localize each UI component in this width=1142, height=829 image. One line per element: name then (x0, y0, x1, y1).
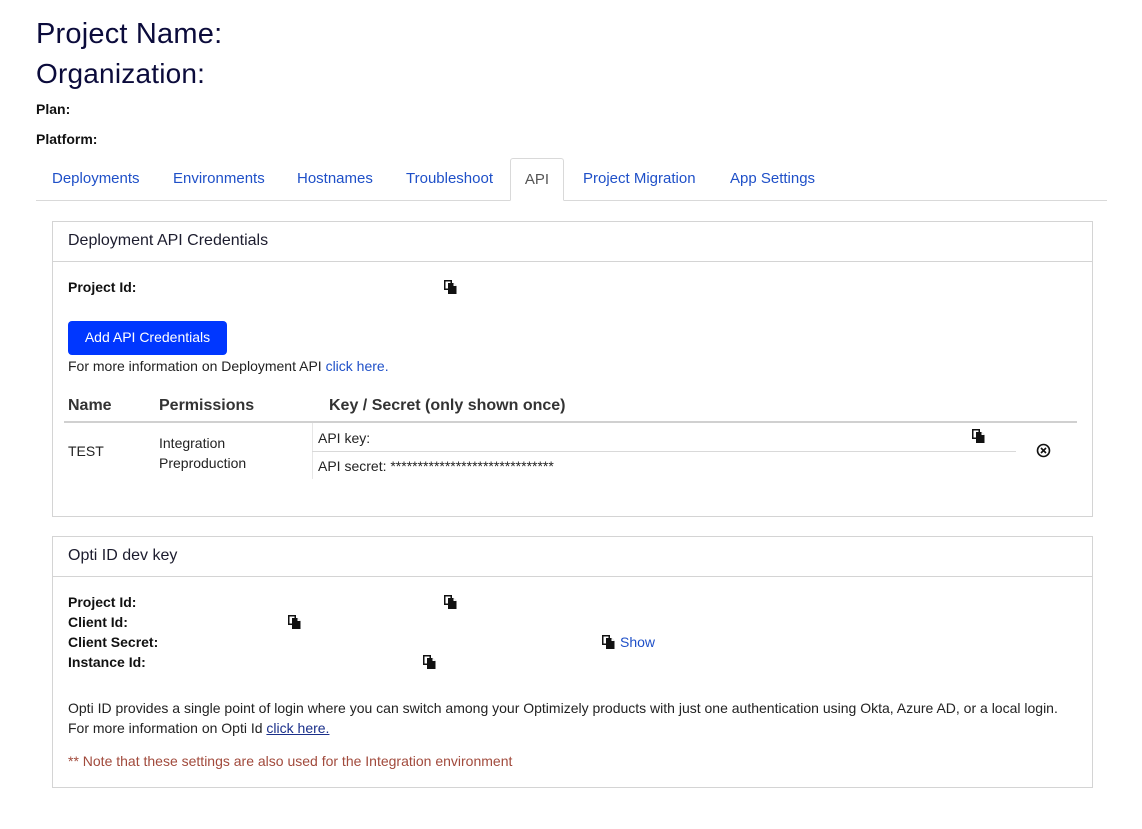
copy-project-id-icon[interactable] (444, 280, 457, 294)
tab-environments[interactable]: Environments (173, 158, 265, 200)
tab-bar: Deployments Environments Hostnames Troub… (36, 158, 1107, 201)
tab-api[interactable]: API (510, 158, 564, 201)
opti-id-panel: Opti ID dev key Project Id: Client Id: C… (52, 536, 1093, 788)
api-secret-row: API secret: ****************************… (318, 458, 554, 474)
plan-label: Plan: (36, 101, 71, 117)
instance-id-label: Instance Id: (68, 654, 146, 670)
opti-id-description: Opti ID provides a single point of login… (68, 698, 1068, 738)
copy-instance-id-icon[interactable] (423, 655, 436, 669)
client-secret-label: Client Secret: (68, 634, 159, 650)
show-secret-link[interactable]: Show (620, 634, 655, 650)
tab-deployments[interactable]: Deployments (52, 158, 140, 200)
copy-client-id-icon[interactable] (288, 615, 301, 629)
permission-item: Preproduction (159, 455, 247, 471)
tab-hostnames[interactable]: Hostnames (297, 158, 373, 200)
tab-project-migration[interactable]: Project Migration (583, 158, 696, 200)
column-header-permissions: Permissions (159, 397, 255, 414)
integration-note: ** Note that these settings are also use… (68, 753, 513, 769)
api-secret-label: API secret: (318, 458, 391, 474)
column-header-name: Name (68, 397, 112, 414)
opti-project-id-label: Project Id: (68, 594, 137, 610)
credential-name: TEST (68, 443, 104, 459)
platform-label: Platform: (36, 131, 98, 147)
add-api-credentials-button[interactable]: Add API Credentials (68, 321, 227, 355)
copy-api-key-icon[interactable] (972, 429, 985, 443)
copy-opti-project-id-icon[interactable] (444, 595, 457, 609)
project-name-label: Project Name: (36, 18, 223, 50)
opti-id-description-text: Opti ID provides a single point of login… (68, 700, 1058, 736)
api-secret-value: ****************************** (390, 458, 554, 474)
client-id-label: Client Id: (68, 614, 128, 630)
opti-id-title: Opti ID dev key (53, 537, 1092, 577)
copy-client-secret-icon[interactable] (602, 635, 615, 649)
permission-item: Integration (159, 435, 226, 451)
project-id-label: Project Id: (68, 279, 137, 295)
organization-label: Organization: (36, 58, 206, 89)
tab-troubleshoot[interactable]: Troubleshoot (406, 158, 493, 200)
credential-permissions: Integration Preproduction (159, 433, 246, 473)
column-header-key-secret: Key / Secret (only shown once) (329, 397, 566, 414)
deployment-api-panel: Deployment API Credentials Project Id: A… (52, 221, 1093, 517)
deployment-api-title: Deployment API Credentials (53, 222, 1092, 262)
tab-app-settings[interactable]: App Settings (730, 158, 815, 200)
api-key-label: API key: (318, 430, 371, 446)
table-header-divider (64, 421, 1077, 423)
key-secret-divider (312, 451, 1016, 452)
deployment-api-info-text: For more information on Deployment API (68, 358, 326, 374)
deployment-api-info-link[interactable]: click here. (326, 358, 389, 374)
delete-credential-icon[interactable] (1036, 443, 1051, 458)
deployment-api-info: For more information on Deployment API c… (68, 358, 389, 374)
opti-id-description-link[interactable]: click here. (266, 720, 329, 736)
